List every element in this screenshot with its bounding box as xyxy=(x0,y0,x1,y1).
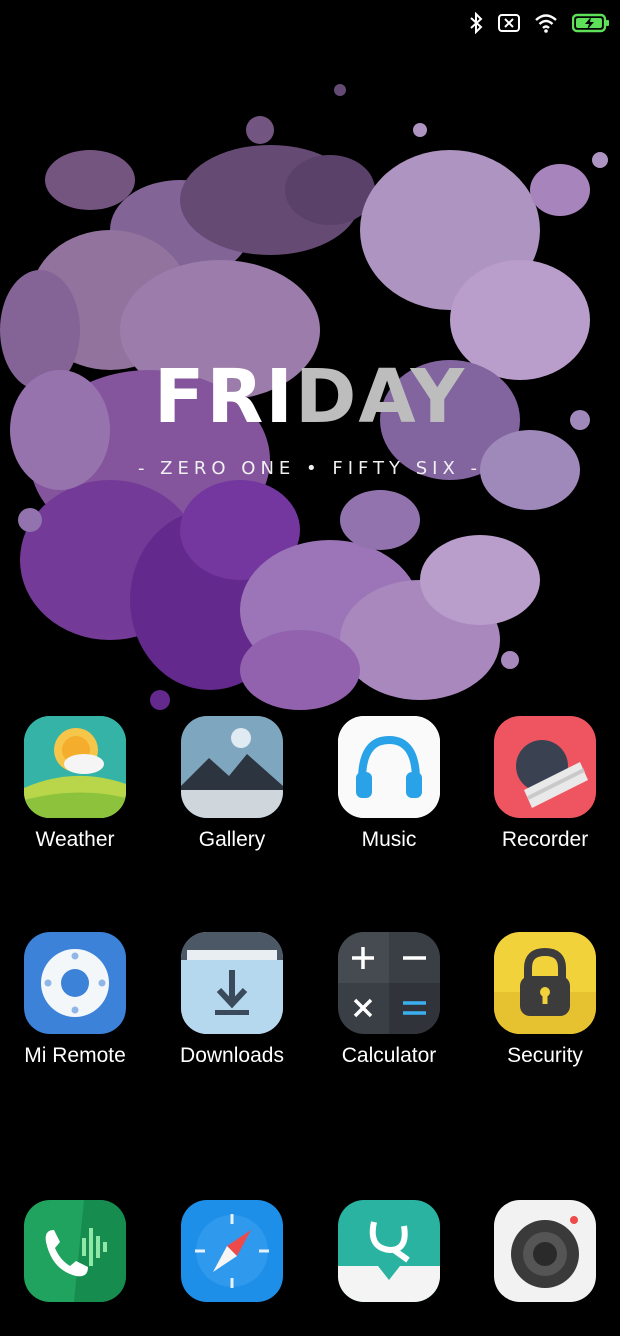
day-of-week: FRIDAY xyxy=(0,360,620,434)
quick-apps-icon xyxy=(338,1200,440,1302)
app-music[interactable]: Music xyxy=(311,716,467,852)
browser-icon xyxy=(181,1200,283,1302)
app-weather[interactable]: Weather xyxy=(0,716,153,852)
app-security[interactable]: Security xyxy=(467,932,620,1068)
security-icon xyxy=(494,932,596,1034)
app-label: Weather xyxy=(35,828,115,851)
dock-quick-apps[interactable] xyxy=(311,1200,467,1302)
app-label: Calculator xyxy=(341,1044,437,1067)
phone-icon xyxy=(24,1200,126,1302)
app-downloads[interactable]: Downloads xyxy=(154,932,310,1068)
no-sim-icon xyxy=(498,14,520,32)
day-clock-widget[interactable]: FRIDAY - ZERO ONE • FIFTY SIX - xyxy=(0,360,620,479)
status-bar xyxy=(460,0,620,46)
music-icon xyxy=(338,716,440,818)
app-label: Gallery xyxy=(198,828,266,851)
app-gallery[interactable]: Gallery xyxy=(154,716,310,852)
app-label: Security xyxy=(507,1044,583,1067)
remote-icon xyxy=(24,932,126,1034)
day-part-2: DAY xyxy=(294,354,467,440)
app-recorder[interactable]: Recorder xyxy=(467,716,620,852)
app-label: Downloads xyxy=(180,1044,284,1067)
downloads-icon xyxy=(181,932,283,1034)
calculator-icon xyxy=(338,932,440,1034)
app-label: Mi Remote xyxy=(24,1044,126,1067)
app-calculator[interactable]: Calculator xyxy=(311,932,467,1068)
camera-icon xyxy=(494,1200,596,1302)
bluetooth-icon xyxy=(468,12,484,34)
app-label: Recorder xyxy=(501,828,589,851)
app-mi-remote[interactable]: Mi Remote xyxy=(0,932,153,1068)
gallery-icon xyxy=(181,716,283,818)
dock-phone[interactable] xyxy=(0,1200,153,1302)
app-label: Music xyxy=(361,828,417,851)
day-part-1: FRI xyxy=(153,354,295,440)
dock-browser[interactable] xyxy=(154,1200,310,1302)
dock-camera[interactable] xyxy=(467,1200,620,1302)
time-in-words: - ZERO ONE • FIFTY SIX - xyxy=(137,458,483,479)
wifi-icon xyxy=(534,13,558,33)
battery-charging-icon xyxy=(572,13,610,33)
weather-icon xyxy=(24,716,126,818)
recorder-icon xyxy=(494,716,596,818)
